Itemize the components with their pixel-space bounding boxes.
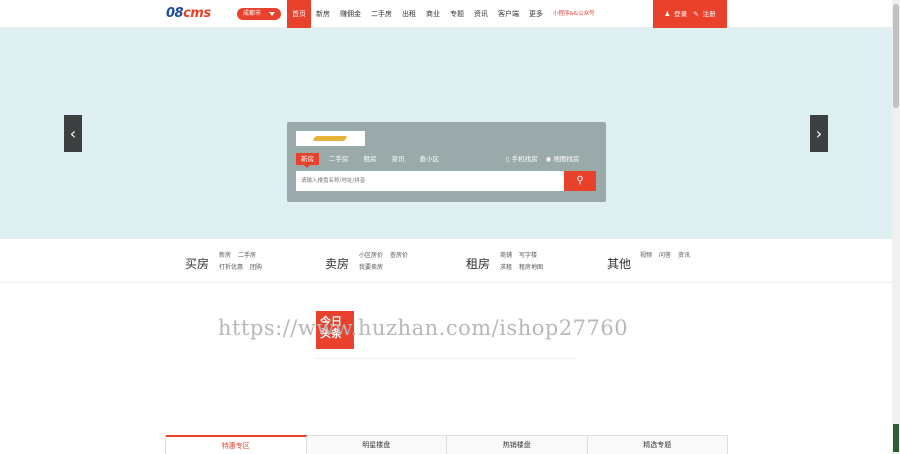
nav-topics[interactable]: 专题 (445, 0, 469, 28)
search-input[interactable]: 请输入楼盘名称/地址/拼音 (296, 171, 564, 191)
search-links: ▯ 手机找房 ◉ 地图找房 (506, 153, 587, 165)
nav-rent[interactable]: 出租 (397, 0, 421, 28)
city-selector[interactable]: 成都市 (237, 8, 281, 20)
category-link[interactable]: 二手房 (238, 252, 256, 259)
edit-icon: ✎ (693, 10, 699, 18)
search-tab-rent[interactable]: 租房 (359, 153, 382, 165)
category-link[interactable]: 小区房价 (359, 252, 383, 259)
main-nav: 首页 新房 赚佣金 二手房 出租 商业 专题 资讯 客户端 更多 小程序&&公众… (287, 0, 600, 28)
category-link[interactable]: 求租 (500, 264, 512, 271)
nav-more[interactable]: 更多 (524, 0, 548, 28)
nav-client[interactable]: 客户端 (493, 0, 524, 28)
category-title: 卖房 (325, 257, 350, 271)
hero-banner: ‹ › 新房 二手房 租房 资讯 查小区 ▯ 手机找房 ◉ 地图找房 请输入楼盘… (0, 28, 892, 239)
chevron-down-icon (269, 12, 275, 16)
category-link[interactable]: 视频 (640, 252, 652, 259)
nav-commercial[interactable]: 商业 (421, 0, 445, 28)
category-link[interactable]: 租房地图 (519, 264, 543, 271)
category-links: 小区房价 查房价 我要卖房 (359, 250, 449, 274)
nav-commission[interactable]: 赚佣金 (335, 0, 366, 28)
nav-second-hand[interactable]: 二手房 (366, 0, 397, 28)
map-search-link[interactable]: ◉ 地图找房 (546, 153, 580, 165)
side-widget (893, 424, 899, 452)
search-button[interactable]: ⚲ (564, 171, 596, 191)
tab-hot-projects[interactable]: 热销楼盘 (447, 435, 588, 454)
category-link[interactable]: 资讯 (678, 252, 690, 259)
mobile-search-link[interactable]: ▯ 手机找房 (506, 153, 538, 165)
category-title: 其他 (607, 257, 632, 271)
login-link[interactable]: 登录 (674, 10, 687, 18)
nav-news[interactable]: 资讯 (469, 0, 493, 28)
search-panel: 新房 二手房 租房 资讯 查小区 ▯ 手机找房 ◉ 地图找房 请输入楼盘名称/地… (287, 122, 606, 202)
watermark-text: https://www.huzhan.com/ishop27760 (218, 316, 629, 340)
category-link[interactable]: 写字楼 (519, 252, 537, 259)
search-tabs: 新房 二手房 租房 资讯 查小区 (296, 153, 449, 168)
top-navigation: 08cms 成都市 首页 新房 赚佣金 二手房 出租 商业 专题 资讯 客户端 … (0, 0, 892, 28)
search-tab-community[interactable]: 查小区 (415, 153, 445, 165)
category-link[interactable]: 团购 (250, 264, 262, 271)
nav-miniprogram[interactable]: 小程序&&公众号 (548, 0, 600, 28)
category-title: 买房 (185, 257, 210, 271)
category-link[interactable]: 查房价 (390, 252, 408, 259)
map-search-label: 地图找房 (553, 155, 580, 163)
nav-home[interactable]: 首页 (287, 0, 311, 28)
site-logo[interactable]: 08cms (166, 6, 211, 21)
search-tab-news[interactable]: 资讯 (387, 153, 410, 165)
category-link[interactable]: 新房 (219, 252, 231, 259)
category-link[interactable]: 商铺 (500, 252, 512, 259)
page-scrollbar[interactable] (892, 0, 900, 454)
category-link[interactable]: 我要卖房 (359, 264, 383, 271)
page: 08cms 成都市 首页 新房 赚佣金 二手房 出租 商业 专题 资讯 客户端 … (0, 0, 900, 454)
tab-featured-topics[interactable]: 精选专题 (587, 435, 728, 454)
quick-categories: 买房 新房 二手房 打折优惠 团购 卖房 小区房价 查房价 我要卖房 租房 商铺 写字楼… (0, 239, 892, 283)
category-links: 新房 二手房 打折优惠 团购 (219, 250, 309, 274)
auth-area: ♟ 登录 ✎ 注册 (653, 0, 727, 28)
category-title: 租房 (466, 257, 491, 271)
city-label: 成都市 (243, 10, 262, 17)
mobile-search-label: 手机找房 (511, 155, 538, 163)
nav-new-homes[interactable]: 新房 (311, 0, 335, 28)
scrollbar-thumb[interactable] (893, 4, 899, 108)
category-links: 视频 问答 资讯 (640, 250, 730, 262)
chevron-right-icon[interactable]: › (810, 115, 828, 152)
search-tab-second-hand[interactable]: 二手房 (324, 153, 354, 165)
register-link[interactable]: 注册 (703, 10, 716, 18)
search-tab-new[interactable]: 新房 (296, 153, 319, 168)
tab-star-projects[interactable]: 明星楼盘 (306, 435, 447, 454)
category-link[interactable]: 问答 (659, 252, 671, 259)
section-tabs: 特惠专区 明星楼盘 热销楼盘 精选专题 (165, 435, 728, 454)
category-link[interactable]: 打折优惠 (219, 264, 243, 271)
search-icon: ⚲ (576, 175, 584, 186)
tab-special-offers[interactable]: 特惠专区 (166, 435, 307, 454)
search-logo (296, 131, 365, 146)
category-links: 商铺 写字楼 求租 租房地图 (500, 250, 590, 274)
user-icon: ♟ (664, 10, 671, 18)
chevron-left-icon[interactable]: ‹ (64, 115, 82, 152)
